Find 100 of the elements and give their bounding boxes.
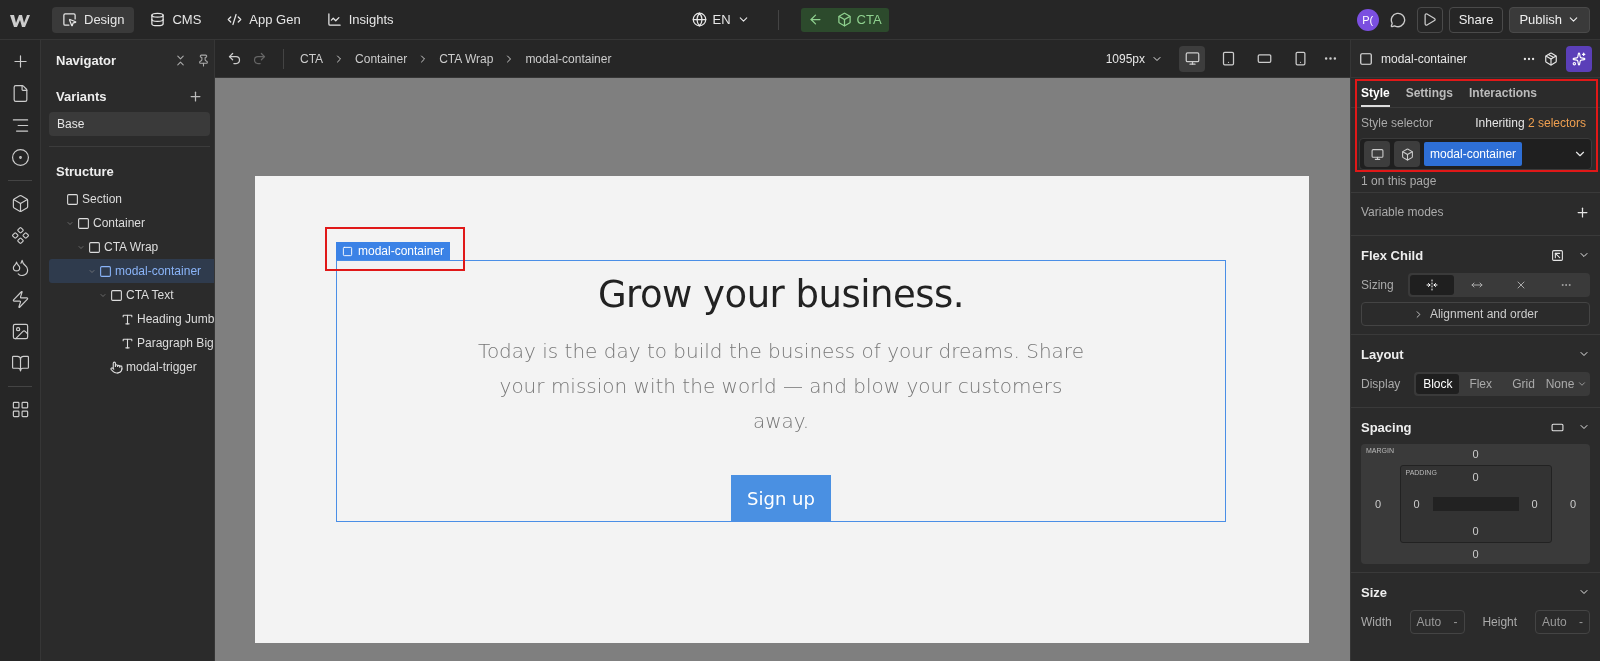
square-icon xyxy=(342,245,353,257)
square-icon xyxy=(88,240,101,254)
toolbar-icon[interactable] xyxy=(10,148,30,167)
hand-icon xyxy=(110,360,123,374)
class-chip[interactable]: modal-container xyxy=(1424,142,1523,166)
field-label: Height xyxy=(1482,615,1518,629)
alignment-button[interactable]: Alignment and order xyxy=(1361,302,1590,326)
preview-button[interactable] xyxy=(1416,6,1443,33)
breadcrumb-item[interactable]: Container xyxy=(355,51,408,66)
panel-tab[interactable]: Interactions xyxy=(1469,80,1538,107)
toolbar-icon[interactable] xyxy=(10,258,30,277)
publish-button[interactable]: Publish xyxy=(1509,6,1590,33)
toolbar-icon[interactable] xyxy=(10,116,30,135)
redo-icon[interactable] xyxy=(252,51,267,66)
breadcrumb-item[interactable]: CTA Wrap xyxy=(439,51,494,66)
square-icon xyxy=(77,216,90,230)
tree-item[interactable]: Heading Jumb xyxy=(49,307,214,331)
mode-tab[interactable]: App Gen xyxy=(217,6,311,33)
display-option[interactable]: Block xyxy=(1416,374,1460,394)
shrink-icon xyxy=(1425,279,1438,291)
share-button[interactable]: Share xyxy=(1448,6,1504,33)
square-icon xyxy=(110,288,123,302)
chevron-icon xyxy=(1577,379,1588,389)
heading: Grow your business. xyxy=(597,273,965,316)
breadcrumb-item[interactable]: modal-container xyxy=(525,51,612,66)
margin-value[interactable]: 0 xyxy=(1569,498,1577,510)
element-name: modal-container xyxy=(1381,51,1468,66)
collapse-icon[interactable] xyxy=(174,53,187,67)
display-option[interactable]: None xyxy=(1545,374,1588,394)
tree-item[interactable]: Paragraph Big xyxy=(49,331,214,355)
variant-item[interactable]: Base xyxy=(49,112,210,136)
sparkle-icon xyxy=(1572,51,1586,66)
mode-tab[interactable]: Insights xyxy=(316,6,404,33)
sizing-option[interactable] xyxy=(1409,275,1455,295)
add-icon[interactable] xyxy=(1575,204,1590,220)
toolbar-icon[interactable] xyxy=(10,226,30,245)
text-icon xyxy=(121,312,134,326)
padding-value[interactable]: 0 xyxy=(1531,498,1538,510)
section-title: Spacing xyxy=(1361,419,1412,435)
margin-value[interactable]: 0 xyxy=(1472,548,1479,560)
language-select[interactable]: EN xyxy=(685,11,756,28)
count-text: 1 on this page xyxy=(1361,174,1437,188)
tablet-icon xyxy=(1220,51,1236,66)
chart-icon xyxy=(326,12,342,27)
section-title: Flex Child xyxy=(1361,247,1424,263)
margin-value[interactable]: 0 xyxy=(1374,498,1382,510)
ai-button[interactable] xyxy=(1566,45,1592,72)
padding-value[interactable]: 0 xyxy=(1413,498,1420,510)
landscape-icon xyxy=(1256,51,1272,66)
panel-tab[interactable]: Style xyxy=(1361,80,1390,107)
toolbar-icon[interactable] xyxy=(10,400,30,419)
field-label: Display xyxy=(1361,377,1401,391)
padding-value[interactable]: 0 xyxy=(1472,525,1479,537)
tree-item[interactable]: Container xyxy=(49,211,214,235)
pin-icon[interactable] xyxy=(197,53,210,67)
toolbar-icon[interactable] xyxy=(10,290,30,309)
user-avatar[interactable]: P( xyxy=(1356,8,1379,31)
panel-title: Navigator xyxy=(56,52,116,68)
mode-tab[interactable]: Design xyxy=(52,6,135,33)
toolbar-icon[interactable] xyxy=(10,194,30,213)
tree-item[interactable]: modal-trigger xyxy=(49,355,214,379)
toolbar-icon[interactable] xyxy=(10,322,30,341)
element-badge: modal-container xyxy=(336,242,451,260)
logo-icon xyxy=(10,12,30,27)
display-option[interactable]: Flex xyxy=(1459,374,1503,394)
tree-item[interactable]: Section xyxy=(49,187,214,211)
field-label: Sizing xyxy=(1361,278,1394,292)
square-icon xyxy=(99,264,112,278)
desktop-icon xyxy=(1184,51,1200,66)
display-option[interactable]: Grid xyxy=(1502,374,1546,394)
tree-item[interactable]: CTA Wrap xyxy=(49,235,214,259)
component-icon[interactable] xyxy=(1544,51,1558,66)
margin-value[interactable]: 0 xyxy=(1472,448,1479,460)
padding-value[interactable]: 0 xyxy=(1472,471,1479,483)
inheriting-text: Inheriting 2 selectors xyxy=(1475,116,1586,130)
code-icon xyxy=(227,12,243,27)
mode-tab[interactable]: CMS xyxy=(140,6,212,33)
field-label: Style selector xyxy=(1361,116,1434,130)
device-button[interactable] xyxy=(1179,45,1205,72)
section-title: Variable modes xyxy=(1361,205,1444,219)
section-title: Structure xyxy=(56,163,114,179)
square-icon xyxy=(66,192,79,206)
component-button[interactable] xyxy=(1394,141,1420,167)
undo-icon[interactable] xyxy=(227,51,242,66)
comment-icon[interactable] xyxy=(1389,11,1406,28)
field-label: Width xyxy=(1361,615,1392,629)
tree-item[interactable]: modal-container xyxy=(49,259,214,283)
size-field[interactable]: Auto - xyxy=(1409,610,1465,634)
paragraph: Today is the day to build the business of your dreams. Share your mission with the world — and blow your customers away. xyxy=(477,338,1085,435)
breakpoint-button[interactable] xyxy=(1364,141,1390,167)
size-field[interactable]: Auto - xyxy=(1535,610,1590,634)
design-icon xyxy=(62,12,77,27)
add-icon[interactable] xyxy=(188,88,203,104)
tree-item[interactable]: CTA Text xyxy=(49,283,214,307)
toolbar-icon[interactable] xyxy=(10,354,30,373)
width-select[interactable]: 1095px xyxy=(1099,50,1169,67)
breadcrumb-item[interactable]: CTA xyxy=(300,51,324,66)
panel-tab[interactable]: Settings xyxy=(1405,80,1454,107)
desktop-icon xyxy=(1370,147,1384,161)
square-icon xyxy=(1359,51,1373,66)
